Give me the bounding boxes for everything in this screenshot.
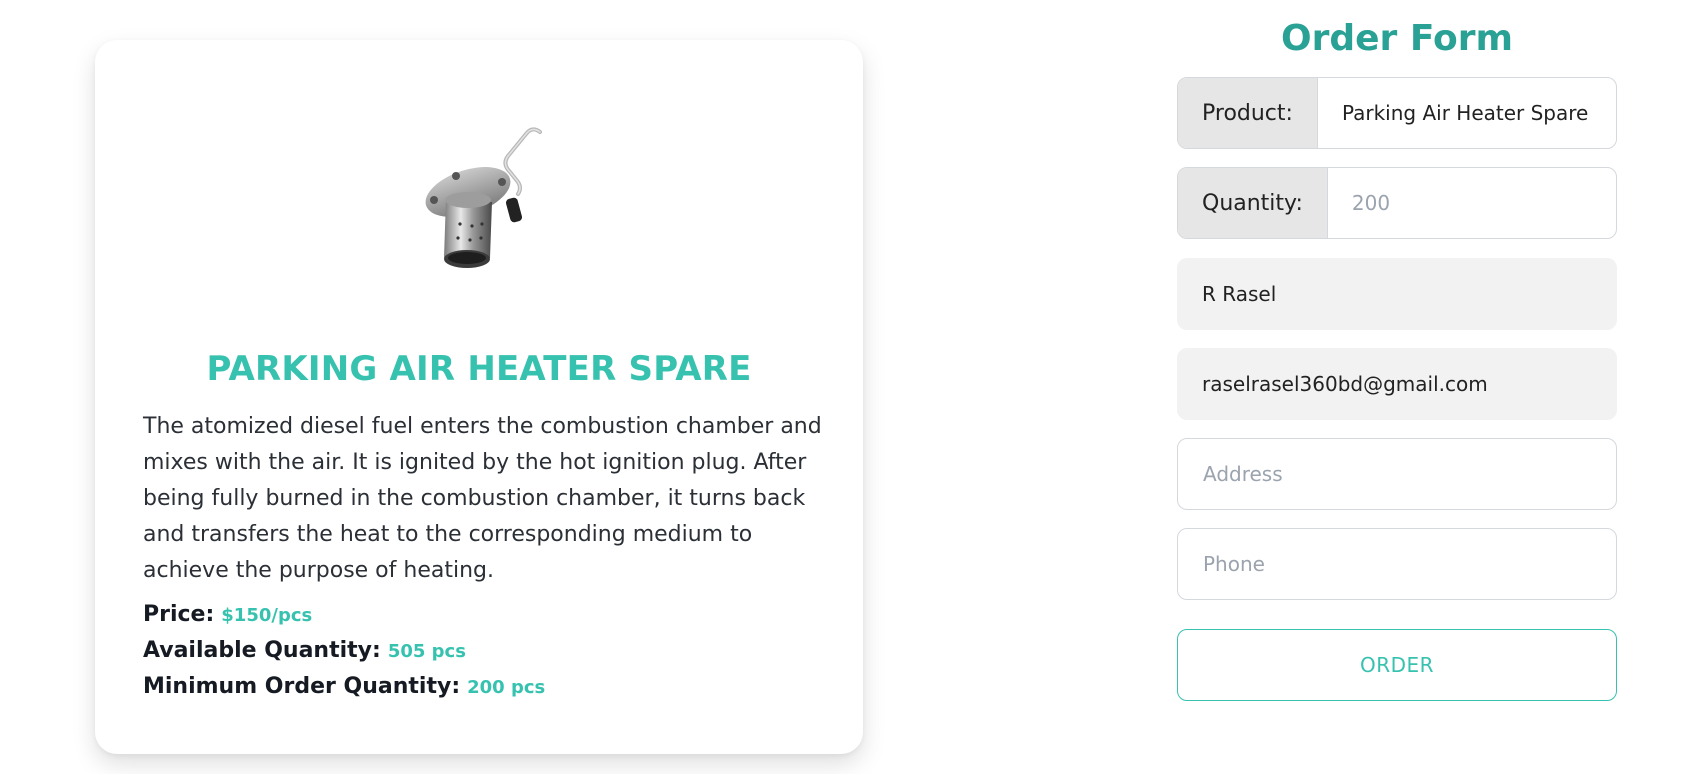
price-row: Price: $150/pcs	[143, 602, 545, 638]
minimum-order-quantity-row: Minimum Order Quantity: 200 pcs	[143, 674, 545, 710]
minimum-order-quantity-label: Minimum Order Quantity:	[143, 674, 461, 699]
heater-part-image	[425, 127, 542, 268]
product-specs: Price: $150/pcs Available Quantity: 505 …	[143, 602, 545, 710]
phone-field[interactable]: Phone	[1177, 528, 1617, 600]
available-quantity-value: 505 pcs	[387, 641, 466, 662]
product-title: PARKING AIR HEATER SPARE	[206, 349, 752, 389]
product-field: Product: Parking Air Heater Spare	[1177, 77, 1617, 149]
product-input[interactable]: Parking Air Heater Spare	[1318, 101, 1588, 125]
price-value: $150/pcs	[221, 605, 313, 626]
quantity-field-label: Quantity:	[1178, 168, 1328, 238]
email-field[interactable]: raselrasel360bd@gmail.com	[1177, 348, 1617, 420]
product-field-label: Product:	[1178, 78, 1318, 148]
product-card: PARKING AIR HEATER SPARE The atomized di…	[95, 40, 863, 754]
quantity-field: Quantity: 200	[1177, 167, 1617, 239]
available-quantity-row: Available Quantity: 505 pcs	[143, 638, 545, 674]
order-button[interactable]: ORDER	[1177, 629, 1617, 701]
phone-placeholder: Phone	[1203, 552, 1265, 576]
name-input-value: R Rasel	[1202, 282, 1277, 306]
order-form-title: Order Form	[1281, 18, 1513, 59]
product-description: The atomized diesel fuel enters the comb…	[143, 414, 822, 583]
available-quantity-label: Available Quantity:	[143, 638, 381, 663]
order-button-label: ORDER	[1359, 653, 1435, 677]
quantity-input[interactable]: 200	[1328, 191, 1390, 215]
name-field[interactable]: R Rasel	[1177, 258, 1617, 330]
price-label: Price:	[143, 602, 215, 627]
email-input-value: raselrasel360bd@gmail.com	[1202, 372, 1488, 396]
minimum-order-quantity-value: 200 pcs	[467, 677, 546, 698]
address-field[interactable]: Address	[1177, 438, 1617, 510]
address-placeholder: Address	[1203, 462, 1283, 486]
